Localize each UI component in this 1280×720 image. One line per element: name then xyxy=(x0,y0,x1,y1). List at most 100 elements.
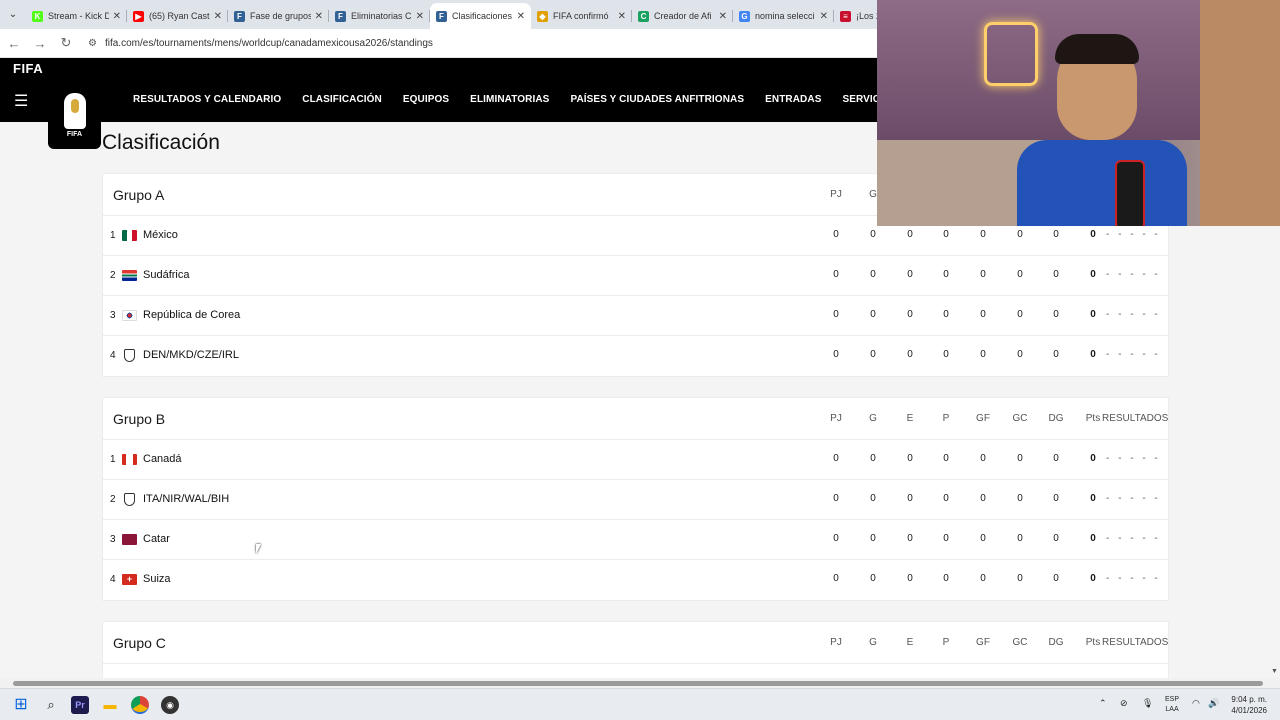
column-header: GF xyxy=(976,413,990,424)
team-name[interactable]: México xyxy=(143,229,178,241)
tab-search-chevron-icon[interactable]: ⌄ xyxy=(0,0,26,29)
team-row[interactable]: 2 ITA/NIR/WAL/BIH 0 0 0 0 0 0 0 0 - - - - - xyxy=(103,480,1168,520)
stat-cell: 0 xyxy=(870,493,876,504)
column-header: GC xyxy=(1012,413,1028,424)
horizontal-scrollbar[interactable] xyxy=(0,678,1280,688)
site-info-icon[interactable]: ⚙ xyxy=(88,38,97,49)
tab-close-icon[interactable]: ✕ xyxy=(214,11,222,22)
tab-title: Clasificaciones xyxy=(452,11,513,21)
stat-cell: 0 xyxy=(907,229,913,240)
team-name[interactable]: Suiza xyxy=(143,573,171,585)
team-row[interactable]: 3 Catar 0 0 0 0 0 0 0 0 - - - - - xyxy=(103,520,1168,560)
nav-menu-item[interactable]: PAÍSES Y CIUDADES ANFITRIONAS xyxy=(570,94,744,105)
url-field[interactable]: ⚙ fifa.com/es/tournaments/mens/worldcup/… xyxy=(88,38,433,49)
stat-cell: 0 xyxy=(1017,453,1023,464)
scrollbar-thumb[interactable] xyxy=(13,681,1263,686)
team-flag-icon xyxy=(122,534,137,545)
tab-favicon-icon: ≡ xyxy=(840,10,851,22)
tab-favicon-icon: ◆ xyxy=(537,10,548,22)
nav-menu-item[interactable]: RESULTADOS Y CALENDARIO xyxy=(133,94,281,105)
nav-menu-item[interactable]: ELIMINATORIAS xyxy=(470,94,549,105)
volume-icon[interactable]: 🔊 xyxy=(1208,698,1219,709)
tab-close-icon[interactable]: ✕ xyxy=(517,11,525,22)
team-row[interactable]: 4 DEN/MKD/CZE/IRL 0 0 0 0 0 0 0 0 - - - - - xyxy=(103,336,1168,376)
team-row[interactable]: 4 + Suiza 0 0 0 0 0 0 0 0 - - - - - xyxy=(103,560,1168,600)
tab-close-icon[interactable]: ✕ xyxy=(113,11,121,22)
team-flag-icon xyxy=(122,230,137,241)
browser-tab[interactable]: C Creador de Afi ✕ xyxy=(632,3,733,29)
team-position: 4 xyxy=(110,350,116,361)
team-name[interactable]: ITA/NIR/WAL/BIH xyxy=(143,493,229,505)
results-placeholder: - - - - - xyxy=(1106,349,1161,360)
results-placeholder: - - - - - xyxy=(1106,309,1161,320)
clock-time: 9:04 p. m. xyxy=(1231,695,1267,704)
browser-tab[interactable]: F Fase de grupos ✕ xyxy=(228,3,329,29)
search-icon[interactable]: ⌕ xyxy=(42,696,60,714)
stat-cell: 0 xyxy=(833,493,839,504)
scroll-down-arrow-icon[interactable]: ▼ xyxy=(1271,668,1278,675)
browser-tab[interactable]: F Clasificaciones ✕ xyxy=(430,3,531,29)
column-header: RESULTADOS xyxy=(1102,637,1169,648)
stat-cell: 0 xyxy=(1053,309,1059,320)
world-cup-badge[interactable]: FIFA xyxy=(48,82,101,149)
nav-menu-item[interactable]: EQUIPOS xyxy=(403,94,449,105)
column-header: G xyxy=(869,413,877,424)
webcam-overlay xyxy=(877,0,1280,226)
team-name[interactable]: Catar xyxy=(143,533,170,545)
team-name[interactable]: Canadá xyxy=(143,453,182,465)
tab-close-icon[interactable]: ✕ xyxy=(618,11,626,22)
premiere-icon[interactable]: Pr xyxy=(71,696,89,714)
stat-cell: 0 xyxy=(980,453,986,464)
stat-cell: 0 xyxy=(1017,493,1023,504)
team-row[interactable]: 3 República de Corea 0 0 0 0 0 0 0 0 - - - - - xyxy=(103,296,1168,336)
back-arrow-icon[interactable]: ← xyxy=(2,36,26,51)
nav-menu-item[interactable]: ENTRADAS xyxy=(765,94,821,105)
tab-close-icon[interactable]: ✕ xyxy=(315,11,323,22)
group-card: Grupo B PJ G E P GF GC DG Pts RESULTADOS 1 Canadá 0 0… xyxy=(102,397,1169,601)
reload-icon[interactable]: ↻ xyxy=(54,35,78,51)
browser-tab[interactable]: Gnomina selecci ✕ xyxy=(733,3,834,29)
group-header: Grupo C PJ G E P GF GC DG Pts RESULTADOS xyxy=(103,622,1168,664)
tab-favicon-icon: K xyxy=(32,10,43,22)
browser-tab[interactable]: K Stream - Kick D ✕ xyxy=(26,3,127,29)
stat-cell: 0 xyxy=(1053,349,1059,360)
tab-close-icon[interactable]: ✕ xyxy=(820,11,828,22)
tab-close-icon[interactable]: ✕ xyxy=(719,11,727,22)
team-flag-icon xyxy=(122,310,137,321)
clock[interactable]: 9:04 p. m. 4/01/2026 xyxy=(1231,694,1267,716)
stat-cell: 0 xyxy=(870,533,876,544)
tray-chevron-icon[interactable]: ⌃ xyxy=(1099,698,1107,709)
mouse-cursor xyxy=(256,544,266,554)
tab-favicon-icon: G xyxy=(739,10,750,22)
tab-close-icon[interactable]: ✕ xyxy=(416,11,424,22)
obs-icon[interactable]: ◉ xyxy=(161,696,179,714)
windows-start-icon[interactable]: ⊞ xyxy=(12,696,30,714)
column-header: GF xyxy=(976,637,990,648)
file-explorer-icon[interactable]: ▬ xyxy=(101,696,119,714)
browser-tab[interactable]: ▶ (65) Ryan Castr ✕ xyxy=(127,3,228,29)
results-placeholder: - - - - - xyxy=(1106,533,1161,544)
stat-cell: 0 xyxy=(833,349,839,360)
stat-cell: 0 xyxy=(1090,533,1096,544)
nav-menu: RESULTADOS Y CALENDARIO CLASIFICACIÓN EQUI… xyxy=(133,94,956,105)
team-row[interactable]: 1 Canadá 0 0 0 0 0 0 0 0 - - - - - xyxy=(103,440,1168,480)
team-name[interactable]: Sudáfrica xyxy=(143,269,189,281)
network-off-icon[interactable]: ⊘ xyxy=(1120,698,1128,709)
microphone-icon[interactable]: 🎙 xyxy=(1142,698,1153,709)
browser-tab[interactable]: F Eliminatorias C ✕ xyxy=(329,3,430,29)
wifi-icon[interactable]: ◠ xyxy=(1192,698,1200,709)
stat-cell: 0 xyxy=(1090,349,1096,360)
fifa-logo[interactable]: FIFA xyxy=(13,61,43,76)
stat-cell: 0 xyxy=(833,453,839,464)
language-indicator[interactable]: ESP LAA xyxy=(1165,695,1179,715)
forward-arrow-icon[interactable]: → xyxy=(28,36,52,51)
team-name[interactable]: DEN/MKD/CZE/IRL xyxy=(143,349,239,361)
hamburger-menu-icon[interactable]: ☰ xyxy=(14,91,28,111)
chrome-icon[interactable] xyxy=(131,696,149,714)
team-name[interactable]: República de Corea xyxy=(143,309,240,321)
nav-menu-item[interactable]: CLASIFICACIÓN xyxy=(302,94,382,105)
results-placeholder: - - - - - xyxy=(1106,573,1161,584)
team-row[interactable]: 2 Sudáfrica 0 0 0 0 0 0 0 0 - - - - - xyxy=(103,256,1168,296)
browser-tab[interactable]: ◆ FIFA confirmó ✕ xyxy=(531,3,632,29)
stat-cell: 0 xyxy=(833,309,839,320)
